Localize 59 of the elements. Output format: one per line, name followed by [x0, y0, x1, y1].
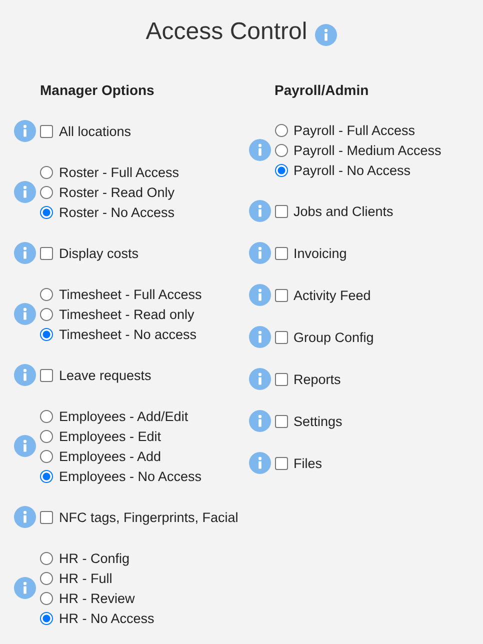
radio-button[interactable]	[40, 308, 53, 320]
option-label: Employees - Add/Edit	[59, 408, 188, 424]
option-label: Payroll - Medium Access	[294, 142, 442, 158]
radio-button[interactable]	[40, 410, 53, 422]
checkbox[interactable]	[40, 124, 53, 138]
option-label: Activity Feed	[294, 288, 371, 302]
option-label: Group Config	[294, 330, 374, 344]
checkbox[interactable]	[274, 246, 288, 260]
option-label: Invoicing	[294, 246, 347, 260]
radio-button[interactable]	[40, 552, 53, 564]
checkbox[interactable]	[274, 372, 288, 386]
option-label: Employees - Add	[59, 448, 162, 464]
checkbox[interactable]	[40, 368, 53, 382]
option-label: Roster - No Access	[59, 204, 175, 220]
option-label: Timesheet - No access	[59, 326, 197, 342]
section-heading: Manager Options	[40, 81, 156, 100]
radio-button[interactable]	[40, 430, 53, 442]
option-label: HR - No Access	[59, 610, 154, 626]
page-title: Access Control	[146, 18, 308, 46]
option-label: Timesheet - Full Access	[59, 286, 202, 302]
checkbox[interactable]	[40, 510, 53, 524]
radio-button[interactable]	[40, 328, 53, 340]
radio-button[interactable]	[40, 186, 53, 198]
section-heading: Payroll/Admin	[274, 81, 370, 100]
option-label: Employees - Edit	[59, 428, 162, 444]
checkbox[interactable]	[274, 204, 288, 218]
radio-button[interactable]	[40, 572, 53, 584]
option-label: Payroll - No Access	[294, 162, 411, 178]
radio-button[interactable]	[40, 592, 53, 604]
checkbox[interactable]	[274, 330, 288, 344]
option-label: Display costs	[59, 246, 139, 260]
radio-button[interactable]	[40, 470, 53, 482]
option-label: Payroll - Full Access	[294, 122, 416, 138]
option-label: Roster - Read Only	[59, 184, 175, 200]
option-label: Roster - Full Access	[59, 164, 180, 180]
radio-button[interactable]	[40, 206, 53, 218]
option-label: Employees - No Access	[59, 468, 202, 484]
option-label: All locations	[59, 124, 132, 138]
radio-button[interactable]	[274, 164, 288, 176]
checkbox[interactable]	[274, 288, 288, 302]
option-label: HR - Full	[59, 570, 112, 586]
checkbox[interactable]	[40, 246, 53, 260]
option-label: HR - Review	[59, 590, 135, 606]
option-label: Timesheet - Read only	[59, 306, 194, 322]
option-label: Reports	[294, 372, 341, 386]
radio-button[interactable]	[40, 166, 53, 178]
radio-button[interactable]	[40, 288, 53, 300]
radio-button[interactable]	[40, 612, 53, 624]
option-label: Jobs and Clients	[294, 204, 394, 218]
option-label: Settings	[294, 414, 342, 428]
radio-button[interactable]	[40, 450, 53, 462]
option-label: Files	[294, 456, 322, 470]
option-label: Leave requests	[59, 368, 152, 382]
option-label: NFC tags, Fingerprints, Facial	[59, 510, 238, 524]
option-label: HR - Config	[59, 550, 130, 566]
checkbox[interactable]	[274, 456, 288, 470]
radio-button[interactable]	[274, 144, 288, 156]
radio-button[interactable]	[274, 124, 288, 136]
checkbox[interactable]	[274, 414, 288, 428]
